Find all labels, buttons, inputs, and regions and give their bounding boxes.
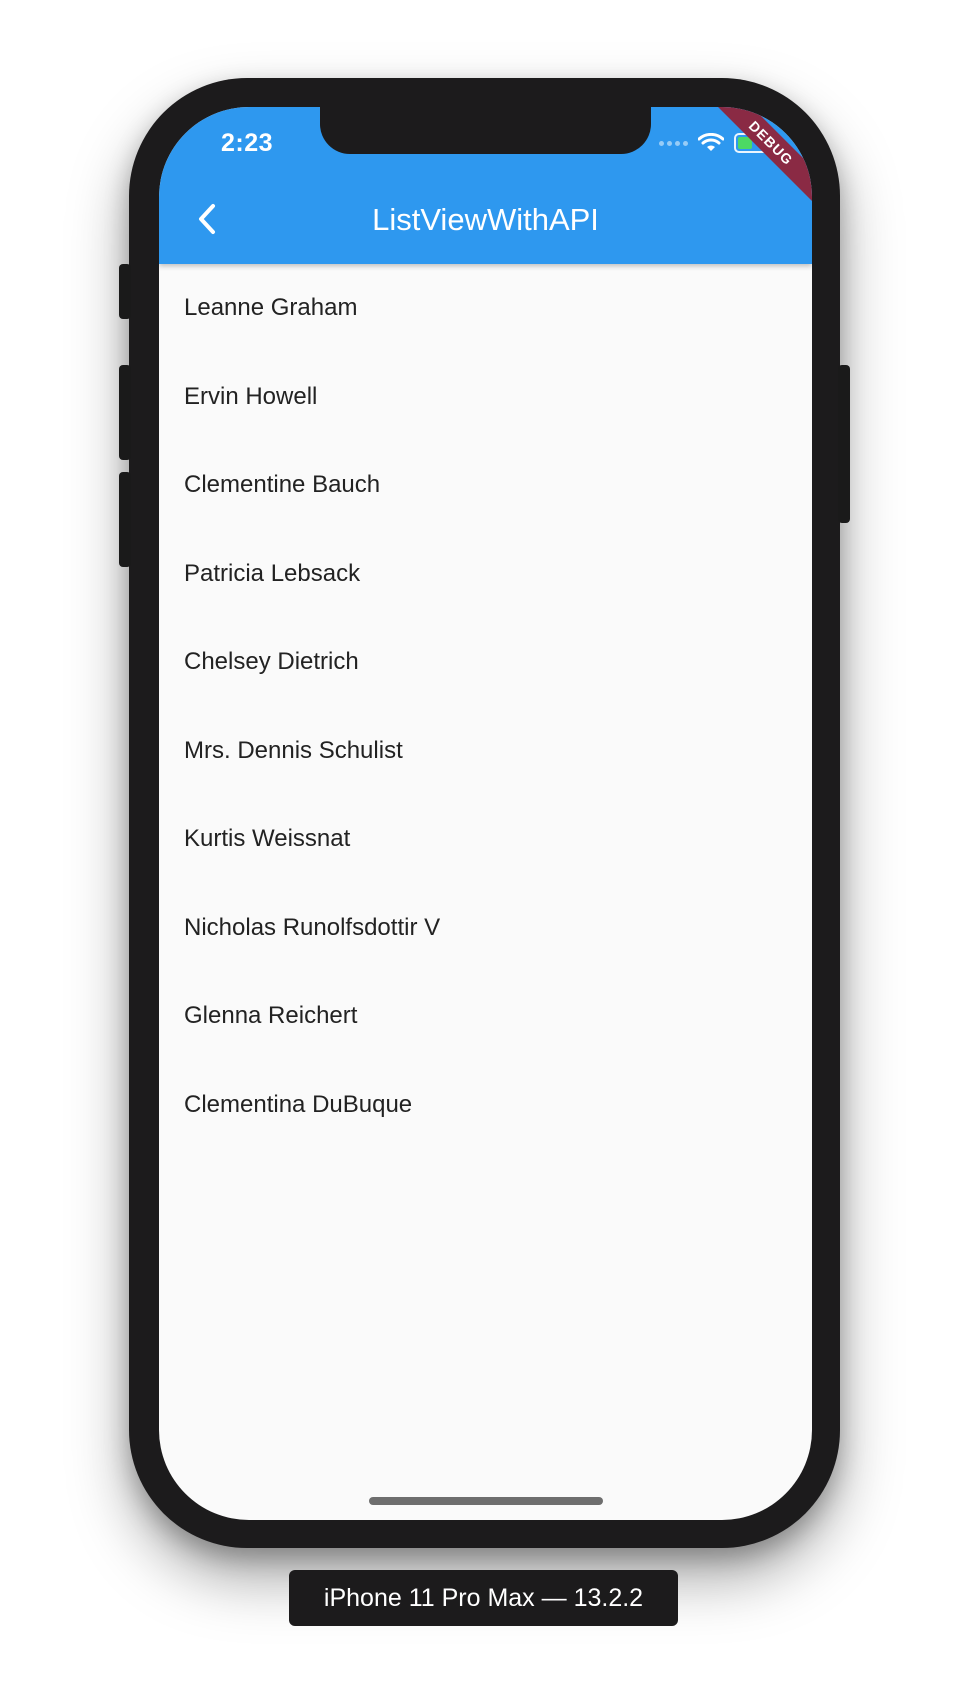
list-item[interactable]: Leanne Graham [159, 264, 812, 353]
volume-up-button [119, 365, 131, 460]
notch [320, 107, 651, 154]
app-bar: 2:23 ListViewWithAPI DEBUG [159, 107, 812, 264]
device-label: iPhone 11 Pro Max — 13.2.2 [289, 1570, 678, 1626]
list-item[interactable]: Clementina DuBuque [159, 1061, 812, 1150]
list-item[interactable]: Kurtis Weissnat [159, 795, 812, 884]
debug-banner: DEBUG [702, 107, 812, 212]
mute-switch [119, 264, 131, 319]
list-item[interactable]: Ervin Howell [159, 353, 812, 442]
home-indicator[interactable] [369, 1497, 603, 1505]
list-item[interactable]: Patricia Lebsack [159, 530, 812, 619]
list-item[interactable]: Chelsey Dietrich [159, 618, 812, 707]
list-item[interactable]: Clementine Bauch [159, 441, 812, 530]
user-list: Leanne Graham Ervin Howell Clementine Ba… [159, 264, 812, 1149]
signal-icon [659, 140, 688, 146]
list-item[interactable]: Nicholas Runolfsdottir V [159, 884, 812, 973]
volume-down-button [119, 472, 131, 567]
phone-screen: 2:23 ListViewWithAPI DEBUG Leanne Graham… [159, 107, 812, 1520]
power-button [838, 365, 850, 523]
list-item[interactable]: Mrs. Dennis Schulist [159, 707, 812, 796]
list-item[interactable]: Glenna Reichert [159, 972, 812, 1061]
status-time: 2:23 [221, 129, 274, 157]
page-title: ListViewWithAPI [372, 202, 599, 237]
wifi-icon [698, 133, 724, 151]
